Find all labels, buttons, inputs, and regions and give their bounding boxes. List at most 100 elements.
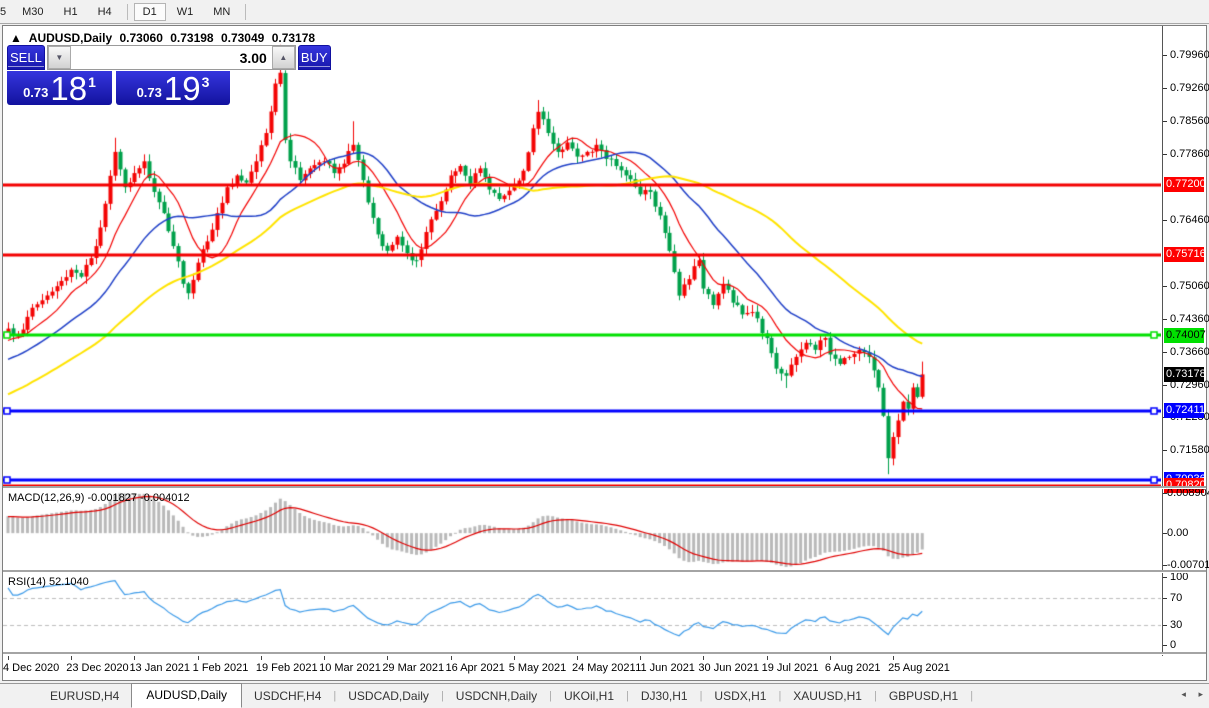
price-axis[interactable]: 0.79960 0.79260 0.78560 0.77860 0.76460 0.750…: [1162, 26, 1209, 656]
price-tick-label: 0.78560: [1170, 114, 1209, 127]
buy-price-pipette: 3: [201, 74, 210, 90]
price-tick-mark: [1163, 55, 1167, 56]
price-tick-label: 0.74360: [1170, 312, 1209, 325]
chart-window: 0.79960 0.79260 0.78560 0.77860 0.76460 0.750…: [2, 25, 1209, 681]
price-tick-mark: [1163, 286, 1167, 287]
price-badge: 0.74007: [1164, 327, 1206, 343]
price-tick-label: 0.79260: [1170, 81, 1209, 94]
buy-price-big: 19: [163, 70, 201, 107]
price-tick-label: 0.71580: [1170, 443, 1209, 456]
macd-axis-label: 0.00: [1167, 527, 1189, 540]
price-badge: 0.73178: [1164, 366, 1206, 382]
rsi-axis-label: 30: [1170, 618, 1183, 631]
price-tick-label: 0.79960: [1170, 48, 1209, 61]
rsi-axis-label: 0: [1170, 639, 1177, 652]
toolbar-separator: [245, 3, 247, 20]
macd-indicator-label: MACD(12,26,9) -0.001827 -0.004012: [8, 492, 190, 504]
timeframe-button-5[interactable]: 5: [0, 3, 11, 21]
timeframe-button-w1[interactable]: W1: [168, 3, 203, 21]
price-tick-label: 0.73660: [1170, 345, 1209, 358]
date-tick-mark: [8, 656, 9, 660]
date-tick-mark: [198, 656, 199, 660]
timeframe-button-h4[interactable]: H4: [89, 3, 121, 21]
price-tick-label: 0.77860: [1170, 147, 1209, 160]
timeframe-button-mn[interactable]: MN: [204, 3, 239, 21]
panel-divider[interactable]: [3, 652, 1206, 655]
tab-eurusd-h4[interactable]: EURUSD,H4: [38, 686, 131, 706]
date-label: 30 Jun 2021: [698, 662, 759, 674]
price-tick-label: 0.76460: [1170, 213, 1209, 226]
date-label: 19 Feb 2021: [255, 662, 318, 674]
date-label: 1 Feb 2021: [192, 662, 249, 674]
price-badge: 0.77200: [1164, 177, 1206, 193]
rsi-tick-mark: [1163, 625, 1167, 626]
one-click-trade-widget: SELL ▼ ▲ BUY 0.73 18 1 0.73 19 3: [7, 45, 331, 105]
price-tick-mark: [1163, 88, 1167, 89]
timeframe-toolbar: 5 M30 H1 H4 D1 W1 MN: [0, 0, 1209, 24]
trading-app-window: 5 M30 H1 H4 D1 W1 MN 0.79960 0.79260 0.78560 0.77…: [0, 0, 1209, 708]
timeframe-button-h1[interactable]: H1: [55, 3, 87, 21]
tab-usdcad-daily[interactable]: USDCAD,Daily: [336, 686, 441, 706]
tab-usdchf-h4[interactable]: USDCHF,H4: [242, 686, 333, 706]
sell-price-box[interactable]: 0.73 18 1: [7, 71, 112, 105]
tab-xauusd-h1[interactable]: XAUUSD,H1: [781, 686, 874, 706]
volume-input[interactable]: [70, 46, 272, 69]
buy-price-box[interactable]: 0.73 19 3: [116, 71, 230, 105]
tab-scroll-arrows: ◂ ▸: [1171, 689, 1203, 700]
chart-tab-bar: EURUSD,H4 AUDUSD,Daily USDCHF,H4 | USDCAD,Da…: [0, 682, 1209, 708]
timeframe-button-m30[interactable]: M30: [13, 3, 52, 21]
date-label: 16 Apr 2021: [445, 662, 505, 674]
chart-header: ▲ AUDUSD,Daily 0.73060 0.73198 0.73049 0…: [10, 31, 319, 45]
panel-divider[interactable]: [3, 486, 1206, 489]
date-label: 5 May 2021: [508, 662, 567, 674]
date-label: 23 Dec 2020: [66, 662, 129, 674]
tab-scroll-left-button[interactable]: ◂: [1181, 689, 1186, 699]
date-label: 29 Mar 2021: [382, 662, 445, 674]
rsi-tick-mark: [1163, 577, 1167, 578]
price-tick-mark: [1163, 220, 1167, 221]
header-high: 0.73198: [170, 31, 214, 45]
volume-increase-button[interactable]: ▲: [271, 46, 295, 69]
price-tick-mark: [1163, 319, 1167, 320]
header-close: 0.73178: [271, 31, 316, 45]
tab-audusd-daily[interactable]: AUDUSD,Daily: [131, 682, 243, 708]
volume-decrease-button[interactable]: ▼: [47, 46, 71, 69]
tab-usdx-h1[interactable]: USDX,H1: [702, 686, 778, 706]
date-tick-mark: [640, 656, 641, 660]
date-tick-mark: [830, 656, 831, 660]
macd-tick-mark: [1163, 565, 1167, 566]
date-label: 24 May 2021: [571, 662, 636, 674]
date-label: 6 Aug 2021: [824, 662, 881, 674]
sell-price-pipette: 1: [88, 74, 96, 90]
header-low: 0.73049: [220, 31, 265, 45]
rsi-indicator-label: RSI(14) 52.1040: [8, 576, 89, 588]
timeframe-button-d1[interactable]: D1: [133, 2, 166, 21]
rsi-panel-canvas[interactable]: [3, 574, 1161, 652]
date-axis[interactable]: 4 Dec 2020 23 Dec 2020 13 Jan 2021 1 Feb 20…: [3, 656, 1161, 679]
date-tick-mark: [703, 656, 704, 660]
collapse-triangle-icon[interactable]: ▲: [10, 31, 22, 45]
tab-dj30-h1[interactable]: DJ30,H1: [629, 686, 700, 706]
sell-button[interactable]: SELL: [7, 45, 45, 70]
tab-separator: |: [970, 690, 974, 702]
date-label: 19 Jul 2021: [761, 662, 819, 674]
tab-ukoil-h1[interactable]: UKOil,H1: [552, 686, 626, 706]
header-symbol: AUDUSD,Daily: [28, 31, 113, 45]
buy-button[interactable]: BUY: [297, 45, 331, 70]
price-tick-mark: [1163, 121, 1167, 122]
price-badge: 0.75716: [1164, 247, 1206, 263]
price-tick-mark: [1163, 385, 1167, 386]
sell-price-big: 18: [50, 70, 88, 107]
buy-price-prefix: 0.73: [136, 85, 162, 100]
sell-price-prefix: 0.73: [23, 85, 49, 100]
tab-gbpusd-h1[interactable]: GBPUSD,H1: [877, 686, 970, 706]
price-badge: 0.72411: [1164, 403, 1205, 419]
panel-divider[interactable]: [3, 570, 1206, 573]
tab-usdcnh-daily[interactable]: USDCNH,Daily: [444, 686, 549, 706]
macd-tick-mark: [1163, 493, 1167, 494]
date-label: 13 Jan 2021: [129, 662, 190, 674]
date-label: 4 Dec 2020: [3, 662, 60, 674]
tab-scroll-right-button[interactable]: ▸: [1198, 689, 1203, 699]
date-tick-mark: [387, 656, 388, 660]
header-open: 0.73060: [119, 31, 163, 45]
